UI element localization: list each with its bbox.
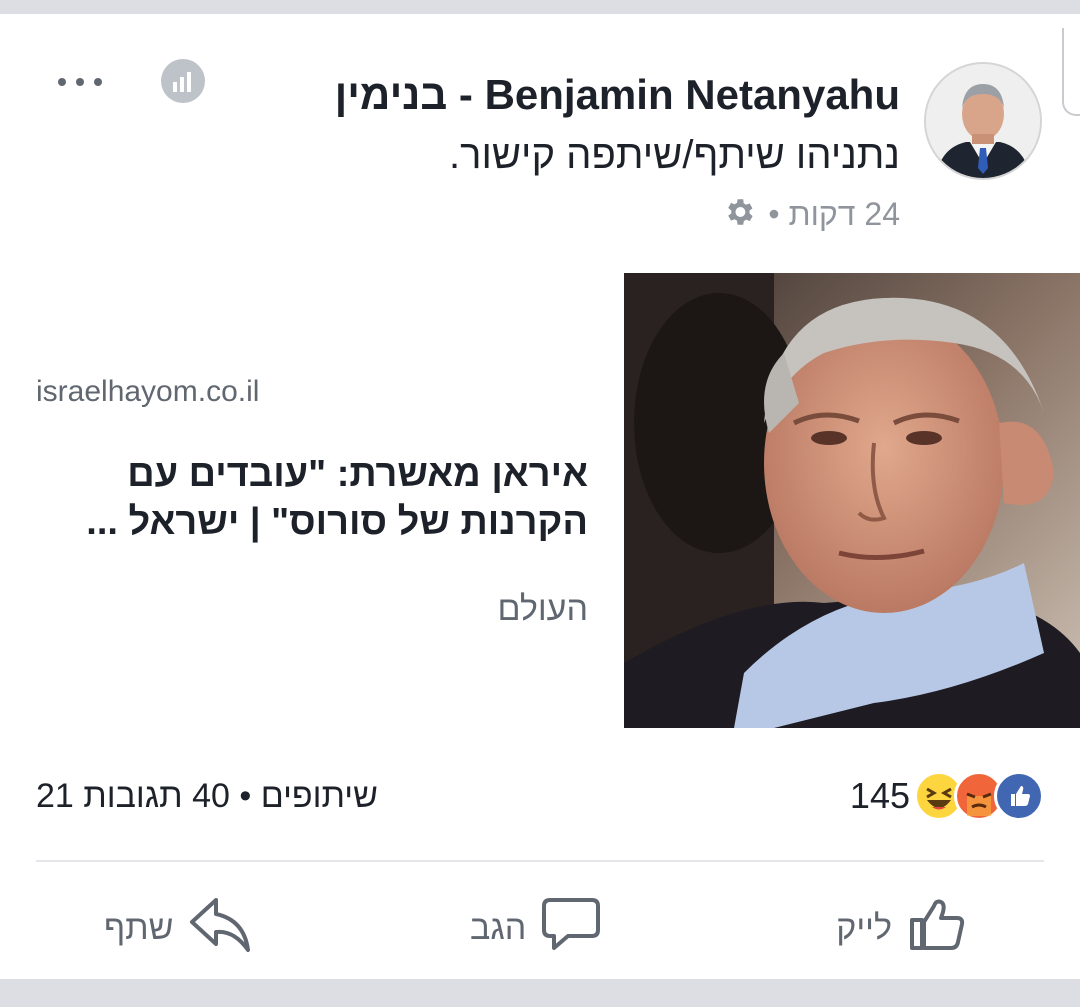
shared-link-text: נתניהו שיתף/שיתפה קישור.	[448, 133, 900, 177]
like-reaction-icon	[994, 771, 1044, 821]
author-name[interactable]: Benjamin Netanyahu - בנימין	[200, 70, 900, 120]
insights-chart-icon[interactable]	[160, 58, 206, 104]
stats-separator: •	[239, 777, 252, 815]
comments-shares-summary[interactable]: 21 שיתופים • 40 תגובות	[36, 774, 536, 818]
post-time[interactable]: 24 דקות	[788, 196, 900, 232]
link-section: העולם	[497, 590, 588, 628]
share-label: שתף	[104, 908, 174, 947]
reactions-summary[interactable]: 145	[850, 768, 1044, 824]
like-label: לייק	[836, 908, 892, 947]
share-arrow-icon	[188, 894, 254, 963]
privacy-gear-icon[interactable]	[722, 195, 756, 238]
more-options-icon[interactable]	[54, 72, 106, 92]
comment-button[interactable]: הגב	[470, 892, 602, 964]
portrait-photo-icon	[624, 273, 1080, 728]
link-title[interactable]: איראן מאשרת: "עובדים עם הקרנות של סורוס"…	[36, 450, 588, 546]
scrollbar-edge	[1062, 28, 1080, 116]
speech-bubble-icon	[540, 894, 602, 963]
like-button[interactable]: לייק	[836, 892, 970, 964]
post-meta: 24 דקות •	[500, 194, 900, 238]
author-avatar[interactable]	[924, 62, 1042, 180]
comment-label: הגב	[470, 908, 527, 947]
link-domain: israelhayom.co.il	[36, 375, 260, 408]
avatar-portrait-icon	[926, 64, 1040, 178]
meta-separator: •	[768, 196, 780, 232]
actions-divider	[36, 860, 1044, 862]
reaction-count: 145	[849, 775, 910, 816]
thumbs-up-icon	[906, 892, 970, 965]
share-button[interactable]: שתף	[104, 892, 254, 964]
link-preview-image[interactable]	[624, 273, 1080, 728]
comments-count[interactable]: 40 תגובות	[83, 777, 230, 815]
post-card: Benjamin Netanyahu - בנימין נתניהו שיתף/…	[0, 14, 1080, 979]
